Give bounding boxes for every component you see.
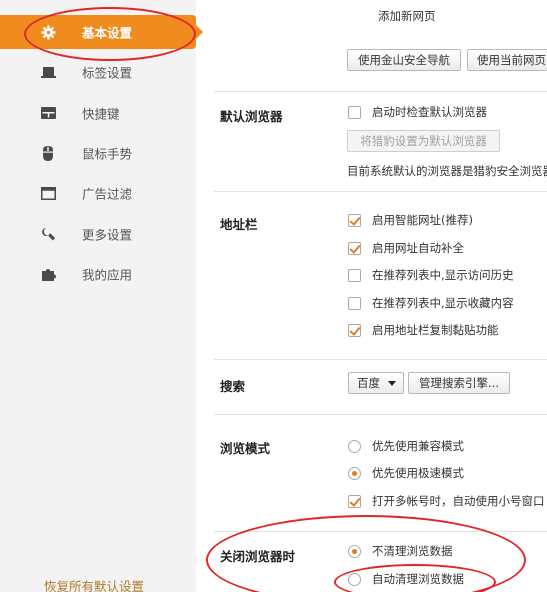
section-divider (214, 531, 547, 532)
copy-paste-checkbox[interactable] (348, 323, 361, 337)
auto-clear-data-radio[interactable] (348, 572, 361, 586)
window-icon (40, 185, 56, 201)
sidebar-item-my-apps[interactable]: 我的应用 (0, 257, 196, 291)
sidebar-item-label: 广告过滤 (82, 186, 133, 202)
browse-mode-title: 浏览模式 (220, 441, 271, 456)
puzzle-icon (40, 266, 56, 282)
option-label: 启动时检查默认浏览器 (372, 105, 487, 119)
keyboard-icon (40, 105, 56, 121)
search-engine-select[interactable]: 百度 (348, 372, 404, 394)
sidebar-item-label: 快捷键 (82, 106, 120, 122)
search-title: 搜索 (220, 379, 246, 394)
copy-paste-option[interactable]: 启用地址栏复制黏贴功能 (348, 321, 499, 339)
show-favorites-option[interactable]: 在推荐列表中,显示收藏内容 (348, 294, 514, 312)
option-label: 在推荐列表中,显示访问历史 (372, 268, 514, 282)
sidebar-item-tab-settings[interactable]: 标签设置 (0, 55, 196, 89)
search-engine-value: 百度 (357, 376, 380, 390)
wrench-icon (40, 226, 56, 242)
settings-sidebar: 基本设置 标签设置 快捷键 鼠标手势 广告过滤 更多设置 我的应用 恢复所有默认… (0, 0, 196, 592)
option-label: 优先使用兼容模式 (372, 439, 464, 453)
default-browser-title: 默认浏览器 (220, 109, 283, 124)
option-label: 自动清理浏览数据 (372, 572, 464, 586)
section-divider (214, 359, 547, 360)
default-browser-status: 目前系统默认的浏览器是猎豹安全浏览器 (347, 164, 547, 178)
sidebar-item-label: 鼠标手势 (82, 146, 133, 162)
url-autocomplete-checkbox[interactable] (348, 241, 361, 255)
sidebar-item-more-settings[interactable]: 更多设置 (0, 217, 196, 251)
sidebar-item-label: 更多设置 (82, 227, 133, 243)
compat-mode-radio[interactable] (348, 439, 361, 453)
dropdown-arrow-icon (388, 381, 396, 386)
show-history-option[interactable]: 在推荐列表中,显示访问历史 (348, 266, 514, 284)
sidebar-item-mouse-gestures[interactable]: 鼠标手势 (0, 136, 196, 170)
option-label: 启用地址栏复制黏贴功能 (372, 323, 499, 337)
check-default-on-start-option[interactable]: 启动时检查默认浏览器 (348, 103, 487, 121)
use-current-page-button[interactable]: 使用当前网页 (467, 49, 547, 71)
section-divider (214, 191, 547, 192)
tab-icon (40, 64, 56, 80)
manage-search-engines-button[interactable]: 管理搜索引擎... (408, 372, 510, 394)
option-label: 不清理浏览数据 (372, 544, 453, 558)
gear-icon (40, 24, 56, 40)
option-label: 优先使用极速模式 (372, 466, 464, 480)
option-label: 打开多帐号时，自动使用小号窗口 (372, 494, 545, 508)
check-default-on-start-checkbox[interactable] (348, 105, 361, 119)
option-label: 启用智能网址(推荐) (372, 213, 473, 227)
keep-data-radio[interactable] (348, 544, 361, 558)
option-label: 启用网址自动补全 (372, 241, 464, 255)
sidebar-item-label: 标签设置 (82, 65, 133, 81)
use-jinshan-nav-button[interactable]: 使用金山安全导航 (347, 49, 461, 71)
sidebar-item-ad-filter[interactable]: 广告过滤 (0, 176, 196, 210)
auto-clear-data-option[interactable]: 自动清理浏览数据 (348, 570, 464, 588)
section-divider (214, 414, 547, 415)
sidebar-item-label: 我的应用 (82, 267, 133, 283)
on-close-title: 关闭浏览器时 (220, 549, 296, 564)
speed-mode-radio[interactable] (348, 466, 361, 480)
speed-mode-option[interactable]: 优先使用极速模式 (348, 464, 464, 482)
sidebar-item-label: 基本设置 (82, 25, 133, 41)
keep-data-option[interactable]: 不清理浏览数据 (348, 542, 453, 560)
smart-url-option[interactable]: 启用智能网址(推荐) (348, 211, 473, 229)
multi-account-checkbox[interactable] (348, 494, 361, 508)
mouse-icon (40, 145, 56, 161)
show-history-checkbox[interactable] (348, 268, 361, 282)
settings-page: 基本设置 标签设置 快捷键 鼠标手势 广告过滤 更多设置 我的应用 恢复所有默认… (0, 0, 547, 592)
settings-content: 添加新网页 使用金山安全导航 使用当前网页 默认浏览器 启动时检查默认浏览器 将… (196, 0, 547, 592)
url-autocomplete-option[interactable]: 启用网址自动补全 (348, 239, 464, 257)
smart-url-checkbox[interactable] (348, 213, 361, 227)
sidebar-item-shortcuts[interactable]: 快捷键 (0, 96, 196, 130)
compat-mode-option[interactable]: 优先使用兼容模式 (348, 437, 464, 455)
set-default-browser-button[interactable]: 将猎豹设置为默认浏览器 (347, 130, 500, 152)
sidebar-item-basic-settings[interactable]: 基本设置 (0, 15, 196, 49)
address-bar-title: 地址栏 (220, 217, 258, 232)
restore-defaults-link[interactable]: 恢复所有默认设置 (44, 576, 144, 592)
show-favorites-checkbox[interactable] (348, 296, 361, 310)
multi-account-option[interactable]: 打开多帐号时，自动使用小号窗口 (348, 492, 545, 510)
option-label: 在推荐列表中,显示收藏内容 (372, 296, 514, 310)
section-divider (214, 91, 547, 92)
add-new-page-label: 添加新网页 (378, 9, 436, 23)
